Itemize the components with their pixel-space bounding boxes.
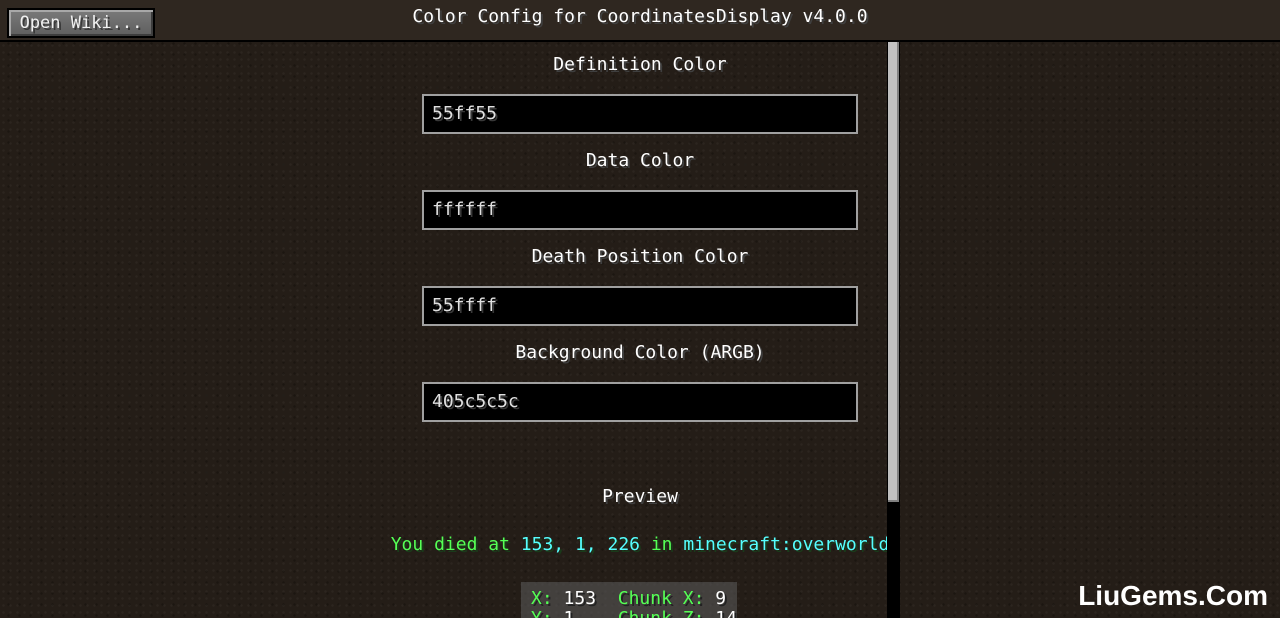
- scrollbar-thumb[interactable]: [888, 42, 899, 502]
- death-position-color-label: Death Position Color: [531, 246, 749, 267]
- page-title: Color Config for CoordinatesDisplay v4.0…: [412, 6, 868, 27]
- death-prefix: You died at: [390, 534, 510, 555]
- death-coords: 153, 1, 226: [520, 534, 640, 555]
- hud-y-label: Y:: [531, 608, 553, 618]
- definition-color-label: Definition Color: [553, 54, 727, 75]
- background-color-input[interactable]: 405c5c5c: [422, 382, 858, 422]
- definition-color-input[interactable]: 55ff55: [422, 94, 858, 134]
- hud-line-2: Y: 1 Chunk Z: 14: [531, 608, 737, 618]
- death-position-color-input[interactable]: 55ffff: [422, 286, 858, 326]
- death-dimension: minecraft:overworld: [683, 534, 890, 555]
- background-color-label: Background Color (ARGB): [515, 342, 765, 363]
- hud-preview: X: 153 Chunk X: 9 Y: 1 Chunk Z: 14: [521, 582, 737, 618]
- hud-chunk-x-value: 9: [715, 588, 727, 609]
- hud-y-value: 1: [564, 608, 575, 618]
- preview-heading: Preview: [602, 486, 678, 507]
- hud-x-label: X:: [531, 588, 553, 609]
- death-in: in: [650, 534, 673, 555]
- hud-chunk-x-label: Chunk X:: [617, 588, 705, 609]
- hud-line-1: X: 153 Chunk X: 9: [531, 588, 726, 609]
- data-color-label: Data Color: [585, 150, 695, 171]
- data-color-input[interactable]: ffffff: [422, 190, 858, 230]
- title-bar: Open Wiki... Color Config for Coordinate…: [0, 0, 1280, 42]
- hud-x-value: 153: [563, 588, 597, 609]
- hud-chunk-z-value: 14: [715, 608, 737, 618]
- watermark: LiuGems.Com: [1078, 580, 1268, 611]
- hud-chunk-z-label: Chunk Z:: [618, 608, 705, 618]
- death-message-preview: You died at 153, 1, 226 in minecraft:ove…: [320, 534, 960, 555]
